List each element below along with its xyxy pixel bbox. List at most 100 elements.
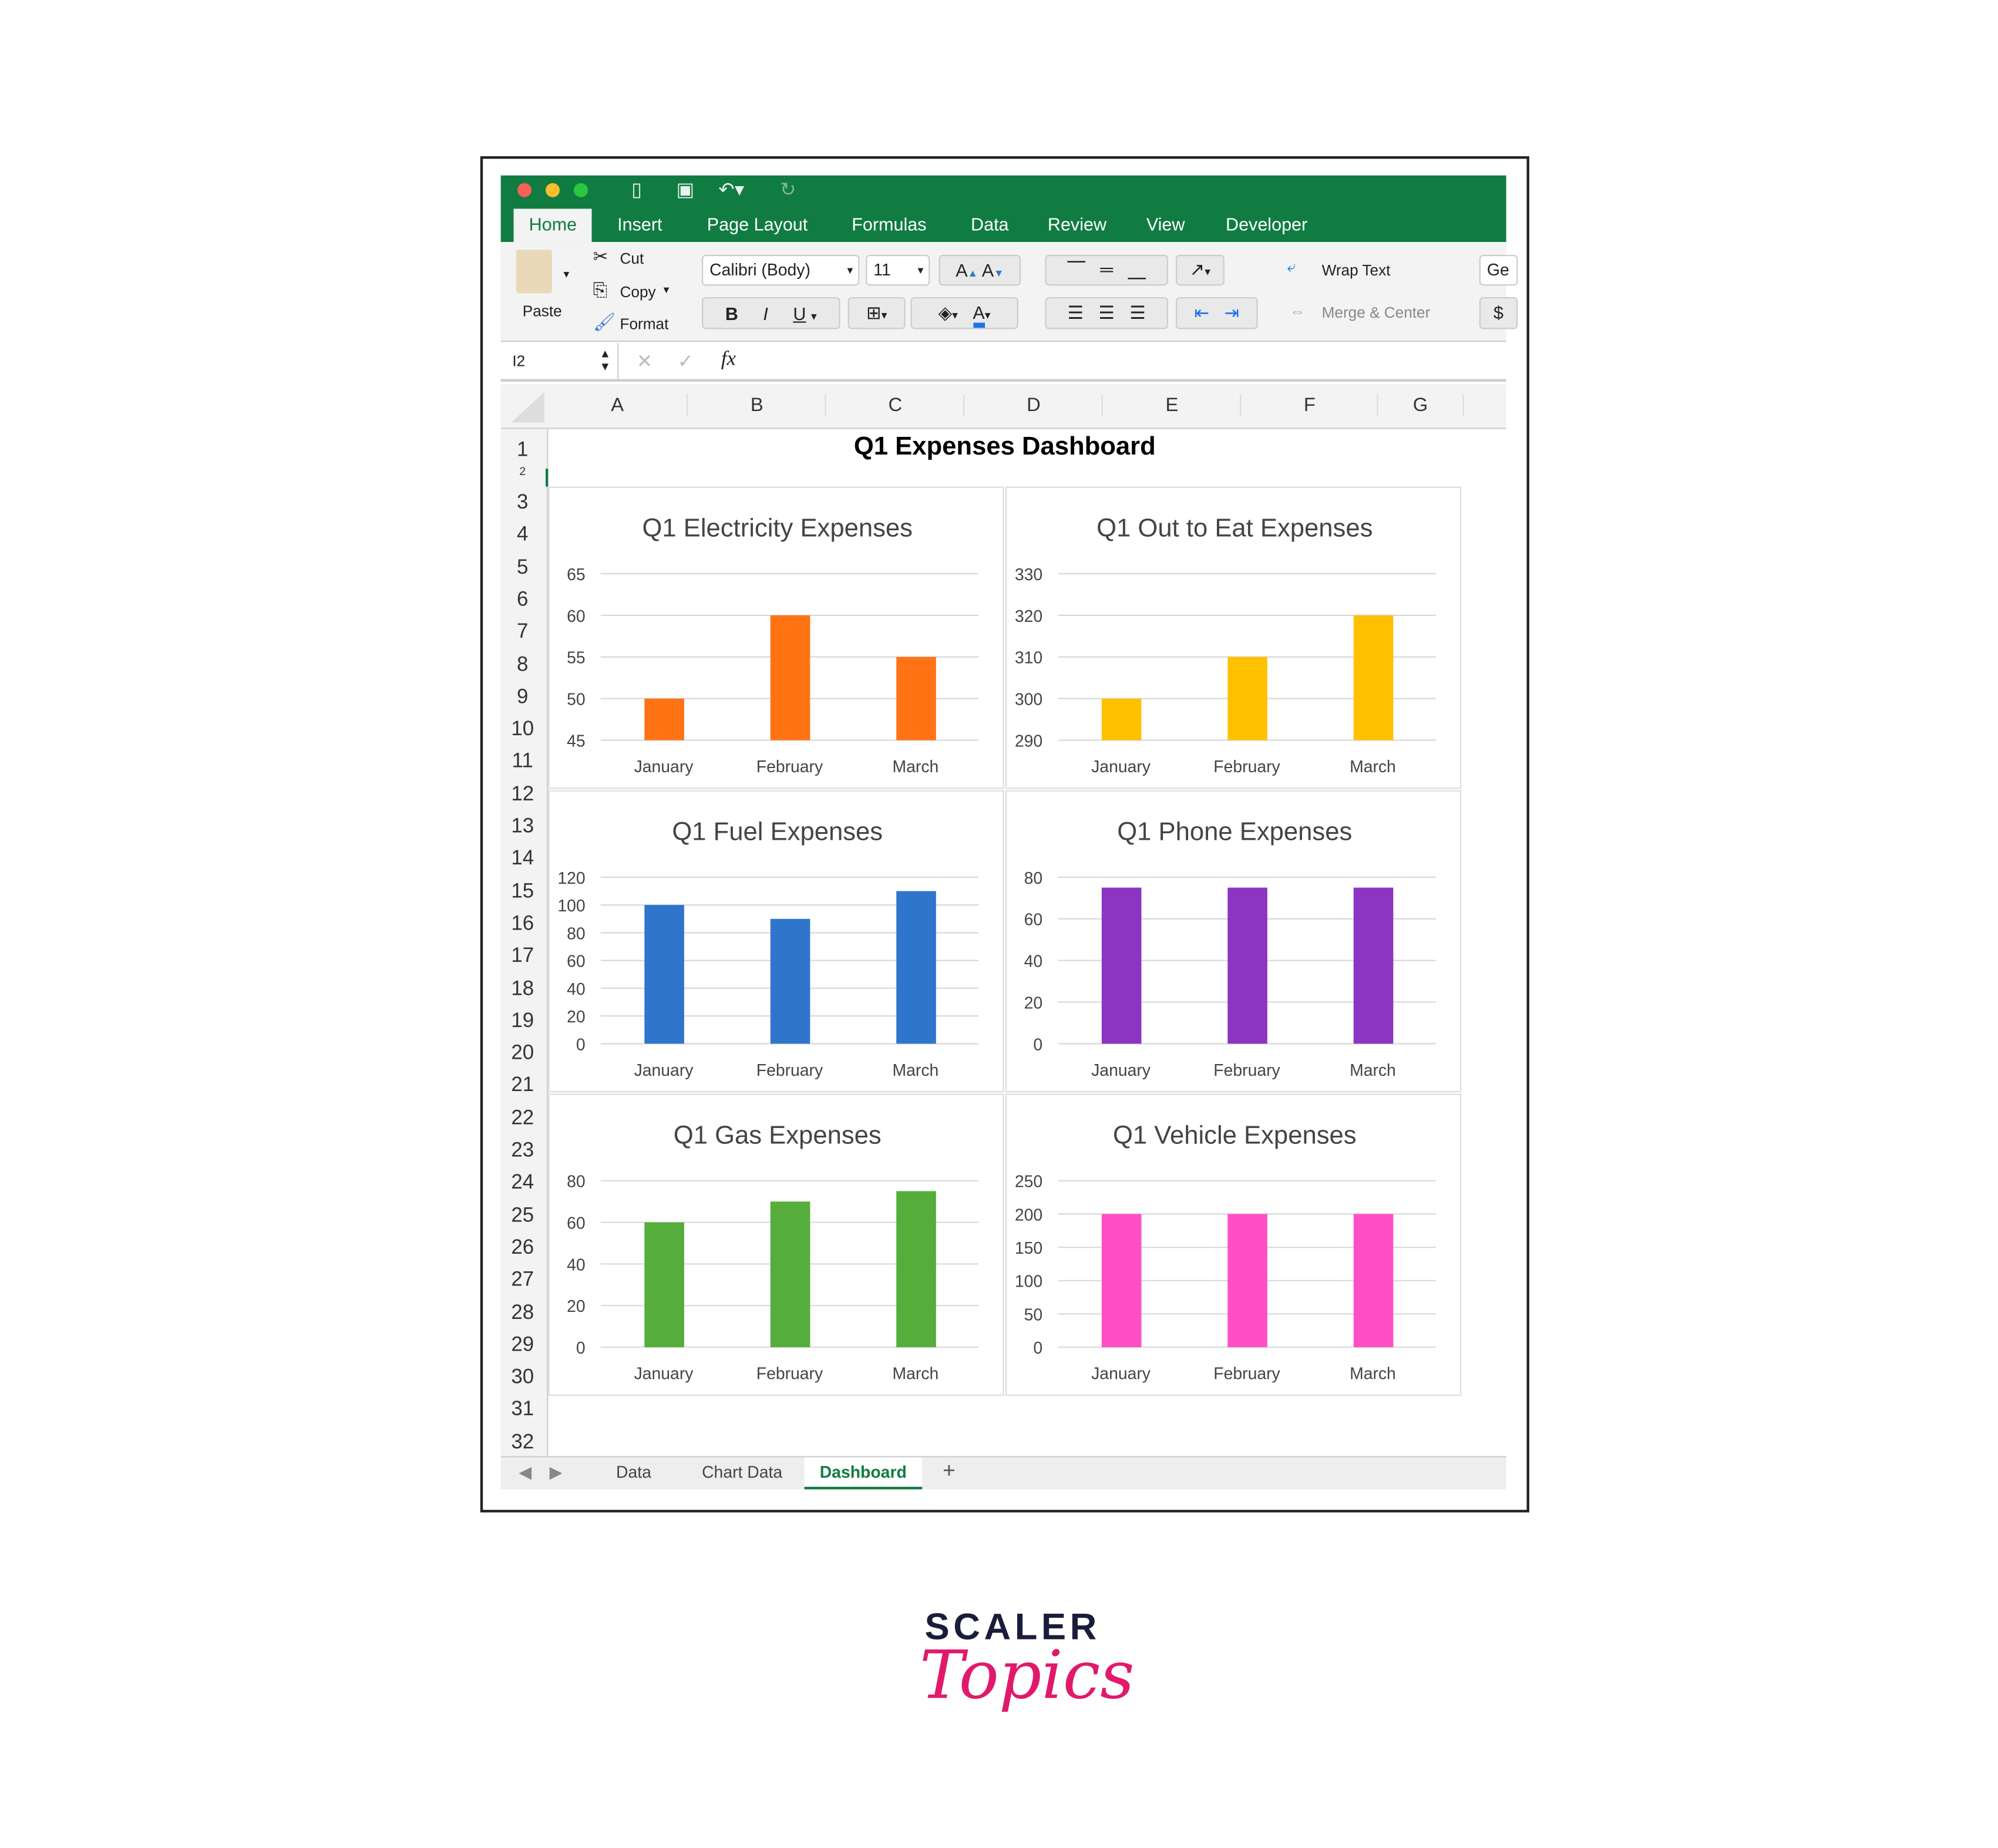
row-header-24[interactable]: 24 xyxy=(501,1172,544,1195)
add-sheet-button[interactable]: + xyxy=(943,1459,956,1485)
row-header-17[interactable]: 17 xyxy=(501,945,544,968)
column-header-c[interactable]: C xyxy=(825,394,964,416)
chart-q1-gas-expenses[interactable]: Q1 Gas Expenses 0 20 40 60 80 January February M… xyxy=(548,1093,1004,1396)
select-all-button[interactable] xyxy=(511,392,544,423)
italic-button[interactable]: I xyxy=(763,304,768,324)
row-header-19[interactable]: 19 xyxy=(501,1010,544,1033)
tab-insert[interactable]: Insert xyxy=(617,214,662,234)
redo-icon[interactable]: ↻ xyxy=(780,178,796,201)
enter-icon[interactable]: ✓ xyxy=(678,349,694,373)
row-header-15[interactable]: 15 xyxy=(501,881,544,904)
function-icon[interactable]: fx xyxy=(721,348,736,371)
tab-data[interactable]: Data xyxy=(971,214,1009,234)
row-header-30[interactable]: 30 xyxy=(501,1366,544,1389)
row-header-25[interactable]: 25 xyxy=(501,1204,544,1227)
chart-q1-electricity-expenses[interactable]: Q1 Electricity Expenses 45 50 55 60 65 January… xyxy=(548,486,1004,789)
row-header-16[interactable]: 16 xyxy=(501,913,544,936)
row-header-14[interactable]: 14 xyxy=(501,848,544,871)
copy-dropdown-icon[interactable]: ▾ xyxy=(664,283,670,297)
row-header-5[interactable]: 5 xyxy=(501,557,544,580)
name-box[interactable]: I2 xyxy=(512,352,525,371)
row-header-32[interactable]: 32 xyxy=(501,1431,544,1454)
shrink-font-button[interactable]: A xyxy=(982,260,994,281)
row-header-12[interactable]: 12 xyxy=(501,783,544,806)
row-header-3[interactable]: 3 xyxy=(501,492,544,514)
paste-button[interactable]: Paste xyxy=(523,302,562,321)
number-format-select[interactable]: Ge xyxy=(1479,254,1518,286)
row-header-23[interactable]: 23 xyxy=(501,1140,544,1163)
bold-button[interactable]: B xyxy=(725,304,738,324)
formula-input[interactable] xyxy=(757,352,1487,373)
sheet-tab-chart-data[interactable]: Chart Data xyxy=(702,1462,782,1482)
row-header-6[interactable]: 6 xyxy=(501,589,544,612)
row-header-21[interactable]: 21 xyxy=(501,1075,544,1098)
chart-q1-vehicle-expenses[interactable]: Q1 Vehicle Expenses 0 50 100 150 200 250 Januar… xyxy=(1005,1093,1462,1396)
row-header-27[interactable]: 27 xyxy=(501,1270,544,1292)
row-header-7[interactable]: 7 xyxy=(501,621,544,644)
align-center-icon[interactable]: ☰ xyxy=(1099,302,1115,323)
minimize-button[interactable] xyxy=(546,183,560,197)
save-icon[interactable]: ▣ xyxy=(676,178,694,201)
align-left-icon[interactable]: ☰ xyxy=(1068,302,1084,323)
align-middle-icon[interactable]: ═ xyxy=(1100,259,1113,280)
vertical-align-buttons[interactable]: ⎺ ═ ⎽ xyxy=(1045,254,1168,286)
name-box-stepper-icon[interactable]: ▲ ▼ xyxy=(600,347,611,373)
column-header-e[interactable]: E xyxy=(1101,394,1241,416)
tab-home[interactable]: Home xyxy=(513,208,593,243)
merge-center-button[interactable]: Merge & Center xyxy=(1322,304,1431,322)
column-header-f[interactable]: F xyxy=(1240,394,1378,416)
grow-font-button[interactable]: A xyxy=(956,260,967,281)
row-header-20[interactable]: 20 xyxy=(501,1042,544,1065)
row-header-22[interactable]: 22 xyxy=(501,1108,544,1130)
indent-buttons[interactable]: ⇤ ⇥ xyxy=(1175,297,1258,329)
row-header-8[interactable]: 8 xyxy=(501,654,544,676)
sidebar-toggle-icon[interactable]: ▯ xyxy=(631,178,642,201)
align-top-icon[interactable]: ⎺ xyxy=(1067,259,1085,280)
row-header-4[interactable]: 4 xyxy=(501,524,544,547)
currency-button[interactable]: $ xyxy=(1479,297,1518,329)
row-header-18[interactable]: 18 xyxy=(501,978,544,1001)
row-header-31[interactable]: 31 xyxy=(501,1399,544,1422)
format-painter-button[interactable]: Format xyxy=(620,315,669,333)
maximize-button[interactable] xyxy=(573,183,588,197)
column-header-g[interactable]: G xyxy=(1377,394,1464,416)
paste-dropdown-icon[interactable]: ▾ xyxy=(564,268,570,282)
column-header-b[interactable]: B xyxy=(686,394,826,416)
row-header-9[interactable]: 9 xyxy=(501,686,544,709)
copy-button[interactable]: Copy xyxy=(620,283,656,301)
chart-q1-phone-expenses[interactable]: Q1 Phone Expenses 0 20 40 60 80 January Februar… xyxy=(1005,790,1462,1093)
font-color-button[interactable]: A xyxy=(973,302,985,328)
chart-q1-fuel-expenses[interactable]: Q1 Fuel Expenses 0 20 40 60 80 100 120 January Fe… xyxy=(548,790,1004,1093)
sheet-tab-dashboard[interactable]: Dashboard xyxy=(804,1457,922,1490)
tab-page-layout[interactable]: Page Layout xyxy=(707,214,808,234)
tab-view[interactable]: View xyxy=(1146,214,1185,234)
increase-indent-icon[interactable]: ⇥ xyxy=(1224,302,1239,323)
undo-icon[interactable]: ↶▾ xyxy=(718,178,744,201)
row-header-13[interactable]: 13 xyxy=(501,816,544,839)
row-header-11[interactable]: 11 xyxy=(501,751,544,774)
tab-formulas[interactable]: Formulas xyxy=(852,214,926,234)
next-sheet-icon[interactable]: ▶ xyxy=(550,1462,563,1483)
align-bottom-icon[interactable]: ⎽ xyxy=(1128,259,1146,280)
orientation-button[interactable]: ↗▾ xyxy=(1175,254,1225,286)
tab-review[interactable]: Review xyxy=(1048,214,1106,234)
borders-button[interactable]: ⊞▾ xyxy=(847,297,906,329)
dashboard-title[interactable]: Q1 Expenses Dashboard xyxy=(548,433,1461,462)
column-header-a[interactable]: A xyxy=(548,395,687,416)
cancel-icon[interactable]: ✕ xyxy=(637,349,652,373)
sheet-tab-data[interactable]: Data xyxy=(616,1462,651,1482)
horizontal-align-buttons[interactable]: ☰ ☰ ☰ xyxy=(1045,297,1168,329)
prev-sheet-icon[interactable]: ◀ xyxy=(519,1462,532,1483)
row-header-26[interactable]: 26 xyxy=(501,1237,544,1260)
tab-developer[interactable]: Developer xyxy=(1226,214,1307,234)
font-name-select[interactable]: Calibri (Body) ▾ xyxy=(702,254,860,286)
row-header-29[interactable]: 29 xyxy=(501,1334,544,1357)
column-header-d[interactable]: D xyxy=(963,394,1103,416)
row-header-1[interactable]: 1 xyxy=(501,439,544,462)
fill-color-icon[interactable]: ◈ xyxy=(939,302,953,323)
wrap-text-button[interactable]: Wrap Text xyxy=(1322,261,1391,280)
paste-icon[interactable] xyxy=(516,250,552,294)
font-size-select[interactable]: 11 ▾ xyxy=(866,254,930,286)
row-header-2[interactable]: 2 xyxy=(501,465,544,478)
close-button[interactable] xyxy=(517,183,532,197)
